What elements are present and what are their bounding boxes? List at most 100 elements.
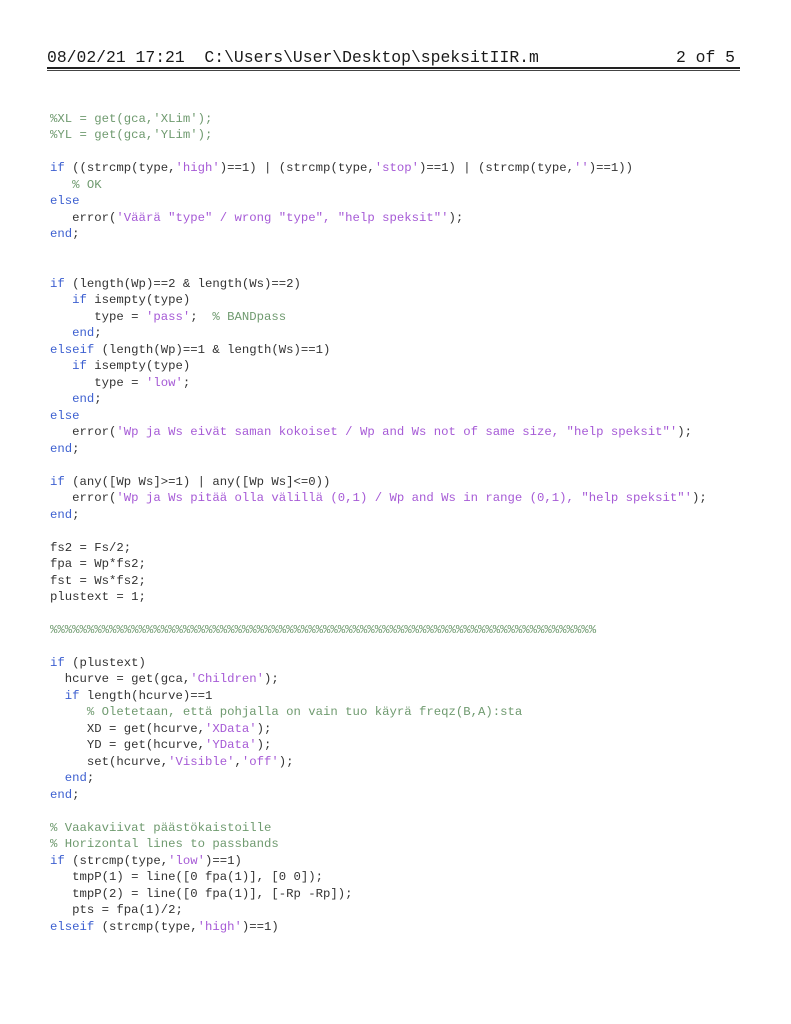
code-text: ); — [278, 754, 294, 769]
code-text: ((strcmp(type, — [64, 161, 176, 176]
code-text: error( — [50, 491, 117, 506]
code-line: % Oletetaan, että pohjalla on vain tuo k… — [50, 704, 707, 720]
code-line: tmpP(2) = line([0 fpa(1)], [-Rp -Rp]); — [50, 886, 707, 902]
keyword-token: end — [72, 392, 95, 407]
comment-token: % BANDpass — [212, 309, 287, 324]
code-text: type = — [50, 309, 146, 324]
code-text: )==1)) — [588, 161, 634, 176]
keyword-token: else — [50, 194, 80, 209]
keyword-token: end — [64, 771, 87, 786]
header-rule-thin — [47, 70, 740, 71]
code-text: ); — [256, 721, 272, 736]
string-token: 'low' — [168, 853, 205, 868]
code-line: % Vaakaviivat päästökaistoille — [50, 820, 707, 836]
code-line: plustext = 1; — [50, 589, 707, 605]
code-line: else — [50, 408, 707, 424]
code-line: end; — [50, 787, 707, 803]
code-text: ); — [264, 672, 279, 687]
code-line: else — [50, 193, 707, 209]
keyword-token: if — [64, 688, 80, 703]
code-line: hcurve = get(gca,'Children'); — [50, 671, 707, 687]
comment-token: %%%%%%%%%%%%%%%%%%%%%%%%%%%%%%%%%%%%%%%%… — [50, 623, 597, 638]
string-token: '' — [573, 161, 589, 176]
code-line: YD = get(hcurve,'YData'); — [50, 737, 707, 753]
code-text: (strcmp(type, — [94, 919, 198, 934]
code-text: fs2 = Fs/2; — [50, 540, 132, 555]
string-token: 'off' — [241, 754, 279, 769]
code-line: if ((strcmp(type,'high')==1) | (strcmp(t… — [50, 160, 707, 176]
code-line: end; — [50, 507, 707, 523]
code-line: fst = Ws*fs2; — [50, 573, 707, 589]
string-token: 'Wp ja Ws eivät saman kokoiset / Wp and … — [116, 425, 678, 440]
code-text: ); — [448, 210, 464, 225]
keyword-token: end — [72, 326, 95, 341]
code-text: (any([Wp Ws]>=1) | any([Wp Ws]<=0)) — [64, 474, 331, 489]
string-token: 'Children' — [190, 672, 265, 687]
code-text: error( — [50, 425, 117, 440]
code-text: (plustext) — [64, 655, 146, 670]
comment-token: % Horizontal lines to passbands — [50, 837, 279, 852]
code-line: %XL = get(gca,'XLim'); — [50, 111, 707, 127]
keyword-token: end — [50, 787, 73, 802]
code-text: , — [234, 754, 242, 769]
code-text: ); — [677, 425, 693, 440]
code-line: end; — [50, 325, 707, 341]
code-line: fpa = Wp*fs2; — [50, 556, 707, 572]
keyword-token: if — [50, 276, 65, 291]
string-token: 'Visible' — [168, 754, 235, 769]
code-text: )==1) — [241, 919, 279, 934]
code-line: error('Väärä "type" / wrong "type", "hel… — [50, 210, 707, 226]
string-token: 'high' — [197, 919, 242, 934]
code-line: if length(hcurve)==1 — [50, 688, 707, 704]
code-text: plustext = 1; — [50, 590, 146, 605]
file-path: C:\Users\User\Desktop\speksitIIR.m — [204, 48, 539, 67]
string-token: 'low' — [145, 375, 183, 390]
code-line: pts = fpa(1)/2; — [50, 902, 707, 918]
code-line: if (length(Wp)==2 & length(Ws)==2) — [50, 276, 707, 292]
keyword-token: elseif — [50, 342, 95, 357]
code-line: if isempty(type) — [50, 358, 707, 374]
keyword-token: else — [50, 408, 80, 423]
code-listing: %XL = get(gca,'XLim'); %YL = get(gca,'YLi… — [50, 111, 707, 935]
code-text: YD = get(hcurve, — [50, 738, 205, 753]
code-line: if (any([Wp Ws]>=1) | any([Wp Ws]<=0)) — [50, 474, 707, 490]
string-token: 'YData' — [204, 738, 257, 753]
code-line: % Horizontal lines to passbands — [50, 836, 707, 852]
code-line: if (strcmp(type,'low')==1) — [50, 853, 707, 869]
keyword-token: end — [50, 507, 73, 522]
code-text: ); — [256, 738, 272, 753]
code-text: (strcmp(type, — [64, 853, 169, 868]
code-text: isempty(type) — [86, 359, 191, 374]
page-indicator: 2 of 5 — [675, 48, 735, 67]
keyword-token: if — [50, 655, 65, 670]
keyword-token: if — [72, 359, 87, 374]
print-header: 08/02/21 17:21 C:\Users\User\Desktop\spe… — [47, 49, 740, 67]
code-line: set(hcurve,'Visible','off'); — [50, 754, 707, 770]
code-text: tmpP(1) = line([0 fpa(1)], [0 0]); — [50, 870, 324, 885]
code-text: pts = fpa(1)/2; — [50, 903, 183, 918]
code-text: set(hcurve, — [50, 754, 169, 769]
code-line: % OK — [50, 177, 707, 193]
comment-token: % Vaakaviivat päästökaistoille — [50, 820, 272, 835]
code-line: type = 'pass'; % BANDpass — [50, 309, 707, 325]
code-line: end; — [50, 441, 707, 457]
code-text: ; — [72, 441, 80, 456]
code-text: ; — [94, 392, 102, 407]
comment-token: % Oletetaan, että pohjalla on vain tuo k… — [86, 705, 523, 720]
code-line: end; — [50, 391, 707, 407]
code-line: fs2 = Fs/2; — [50, 540, 707, 556]
keyword-token: if — [50, 161, 65, 176]
code-line: tmpP(1) = line([0 fpa(1)], [0 0]); — [50, 869, 707, 885]
keyword-token: if — [72, 293, 87, 308]
string-token: 'Wp ja Ws pitää olla välillä (0,1) / Wp … — [116, 491, 693, 506]
header-rule-thick — [47, 67, 740, 69]
comment-token: % OK — [72, 177, 102, 192]
code-text: hcurve = get(gca, — [50, 672, 191, 687]
